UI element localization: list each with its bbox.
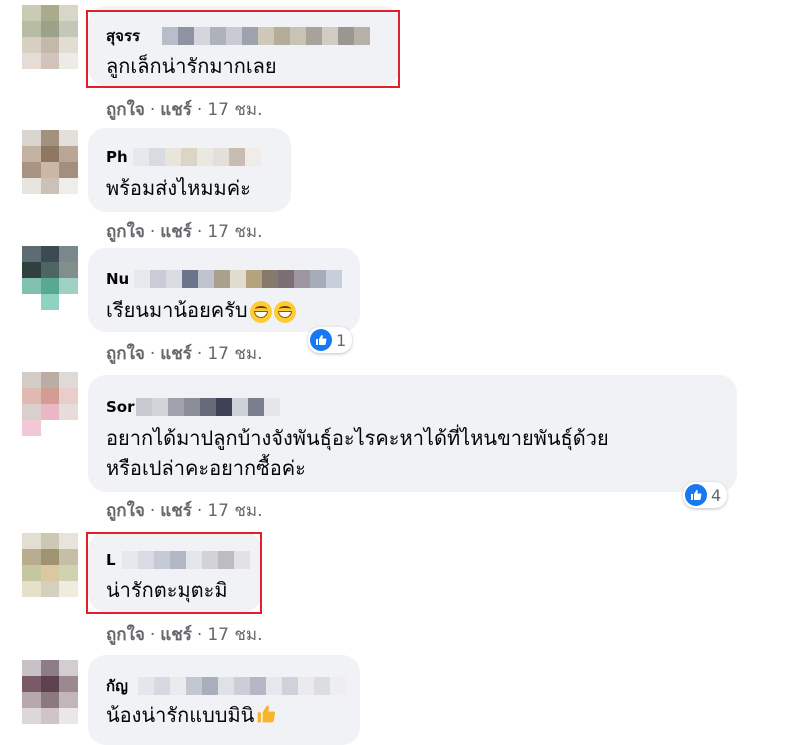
reaction-badge[interactable]: 4 — [683, 482, 728, 508]
share-button[interactable]: แชร์ — [160, 344, 192, 364]
separator: · — [196, 100, 203, 120]
timestamp[interactable]: 17 ชม. — [207, 344, 262, 364]
grinning-face-icon — [273, 300, 296, 323]
comment-actions: ถูกใจ · แชร์ · 17 ชม. — [106, 99, 263, 121]
avatar[interactable] — [22, 372, 78, 436]
comment-text-content: น้องน่ารักแบบมินิ — [106, 703, 255, 727]
reaction-count: 4 — [711, 485, 722, 505]
share-button[interactable]: แชร์ — [160, 625, 192, 645]
comment-text: น้องน่ารักแบบมินิ — [106, 699, 276, 733]
blurred-name — [133, 148, 261, 166]
share-button[interactable]: แชร์ — [160, 100, 192, 120]
comment-text: เรียนมาน้อยครับ — [106, 294, 296, 326]
timestamp[interactable]: 17 ชม. — [207, 501, 262, 521]
like-button[interactable]: ถูกใจ — [106, 625, 145, 645]
avatar[interactable] — [22, 5, 78, 69]
comment-actions: ถูกใจ · แชร์ · 17 ชม. — [106, 500, 263, 522]
grinning-face-icon — [249, 300, 272, 323]
timestamp[interactable]: 17 ชม. — [207, 222, 262, 242]
comment-text-line: อยากได้มาปลูกบ้างจังพันธุ์อะไรคะหาได้ที่… — [106, 426, 609, 450]
avatar[interactable] — [22, 246, 78, 310]
avatar[interactable] — [22, 533, 78, 597]
like-button[interactable]: ถูกใจ — [106, 501, 145, 521]
comment-text: พร้อมส่งไหมมค่ะ — [106, 176, 251, 200]
like-reaction-icon — [310, 329, 332, 351]
separator: · — [196, 501, 203, 521]
highlight-box — [86, 532, 262, 614]
separator: · — [149, 625, 156, 645]
like-button[interactable]: ถูกใจ — [106, 100, 145, 120]
comment-text-line: หรือเปล่าคะอยากซื้อค่ะ — [106, 456, 306, 480]
comment-actions: ถูกใจ · แชร์ · 17 ชม. — [106, 343, 263, 365]
comment-text-content: เรียนมาน้อยครับ — [106, 298, 248, 322]
blurred-name — [134, 270, 342, 288]
comment-author[interactable]: Ph — [106, 148, 128, 166]
comment-actions: ถูกใจ · แชร์ · 17 ชม. — [106, 221, 263, 243]
timestamp[interactable]: 17 ชม. — [207, 100, 262, 120]
blurred-name — [136, 398, 280, 416]
separator: · — [196, 625, 203, 645]
like-button[interactable]: ถูกใจ — [106, 344, 145, 364]
comment-author[interactable]: กัญ — [106, 677, 128, 695]
comment-author[interactable]: Sor — [106, 398, 135, 416]
share-button[interactable]: แชร์ — [160, 501, 192, 521]
comment-actions: ถูกใจ · แชร์ · 17 ชม. — [106, 624, 263, 646]
comment-author[interactable]: Nu — [106, 270, 129, 288]
reaction-badge[interactable]: 1 — [308, 327, 353, 353]
blurred-name — [138, 677, 346, 695]
separator: · — [149, 344, 156, 364]
share-button[interactable]: แชร์ — [160, 222, 192, 242]
like-button[interactable]: ถูกใจ — [106, 222, 145, 242]
timestamp[interactable]: 17 ชม. — [207, 625, 262, 645]
separator: · — [149, 501, 156, 521]
highlight-box — [86, 10, 400, 88]
separator: · — [196, 344, 203, 364]
separator: · — [149, 222, 156, 242]
separator: · — [196, 222, 203, 242]
thumbs-up-icon — [256, 701, 276, 733]
like-reaction-icon — [685, 484, 707, 506]
separator: · — [149, 100, 156, 120]
reaction-count: 1 — [336, 330, 347, 350]
avatar[interactable] — [22, 660, 78, 724]
avatar[interactable] — [22, 130, 78, 194]
